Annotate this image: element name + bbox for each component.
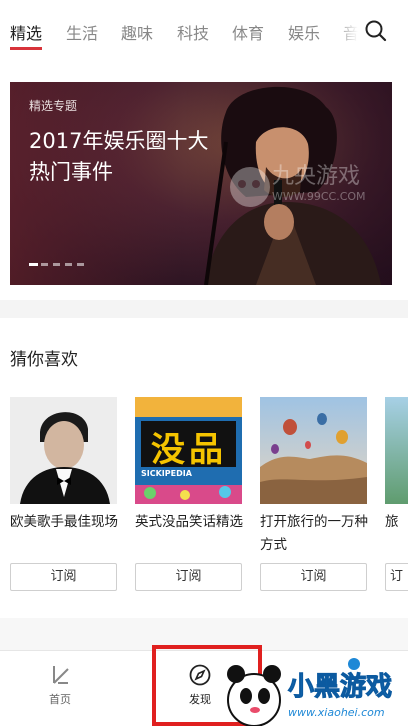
balloon-landscape [260, 397, 367, 504]
tab-featured[interactable]: 精选 [10, 20, 42, 44]
recommend-card-partial[interactable]: 旅 订 [385, 397, 408, 597]
tabs-fade [334, 0, 364, 62]
nav-home[interactable]: 首页 [30, 663, 90, 707]
category-tabs: 精选 生活 趣味 科技 体育 娱乐 音 [0, 0, 408, 62]
carousel-dot[interactable] [77, 263, 84, 266]
search-button[interactable] [362, 17, 390, 45]
card-title: 欧美歌手最佳现场 [10, 514, 118, 530]
carousel-dot[interactable] [65, 263, 72, 266]
subscribe-button[interactable]: 订阅 [260, 563, 367, 591]
card-thumbnail-partial [385, 397, 408, 504]
banner-watermark-url: WWW.99CC.COM [272, 190, 366, 203]
subscribe-button[interactable]: 订阅 [135, 563, 242, 591]
corner-watermark-text: 小黑游戏 [287, 672, 393, 703]
singer-portrait [10, 397, 117, 504]
corner-watermark-url: www.xiaohei.com [288, 706, 385, 719]
card-thumbnail-travel [260, 397, 367, 504]
carousel-dot-active[interactable] [29, 263, 38, 266]
banner-watermark-text: 九央游戏 [272, 164, 361, 189]
tab-fun[interactable]: 趣味 [121, 20, 153, 44]
subscribe-button[interactable]: 订 [385, 563, 408, 591]
carousel-dot[interactable] [53, 263, 60, 266]
search-icon [365, 20, 387, 42]
section-divider [0, 300, 408, 318]
tab-sports[interactable]: 体育 [232, 20, 264, 44]
active-tab-underline [10, 47, 42, 50]
album-art-title: 没品 [151, 430, 227, 470]
home-icon [53, 666, 69, 684]
banner-title: 2017年娱乐圈十大热门事件 [29, 129, 209, 184]
section-title-recommend: 猜你喜欢 [10, 350, 78, 370]
album-art-subtitle: SICKIPEDIA [141, 469, 192, 478]
card-title: 英式没品笑话精选 [135, 514, 243, 530]
subscribe-button[interactable]: 订阅 [10, 563, 117, 591]
card-thumbnail-album: 没品 SICKIPEDIA [135, 397, 242, 504]
nav-label-home: 首页 [49, 693, 71, 706]
tab-entertainment[interactable]: 娱乐 [288, 20, 320, 44]
corner-watermark: 小黑游戏 www.xiaohei.com [222, 652, 408, 726]
tab-tech[interactable]: 科技 [177, 20, 209, 44]
carousel-dot[interactable] [41, 263, 48, 266]
card-title: 旅 [385, 514, 399, 530]
card-title: 打开旅行的一万种方式 [260, 514, 368, 553]
banner-tag: 精选专题 [29, 99, 78, 113]
featured-banner[interactable]: 九央游戏 WWW.99CC.COM 精选专题 2017年娱乐圈十大热门事件 [10, 82, 392, 285]
card-thumbnail-singer [10, 397, 117, 504]
tab-life[interactable]: 生活 [66, 20, 98, 44]
